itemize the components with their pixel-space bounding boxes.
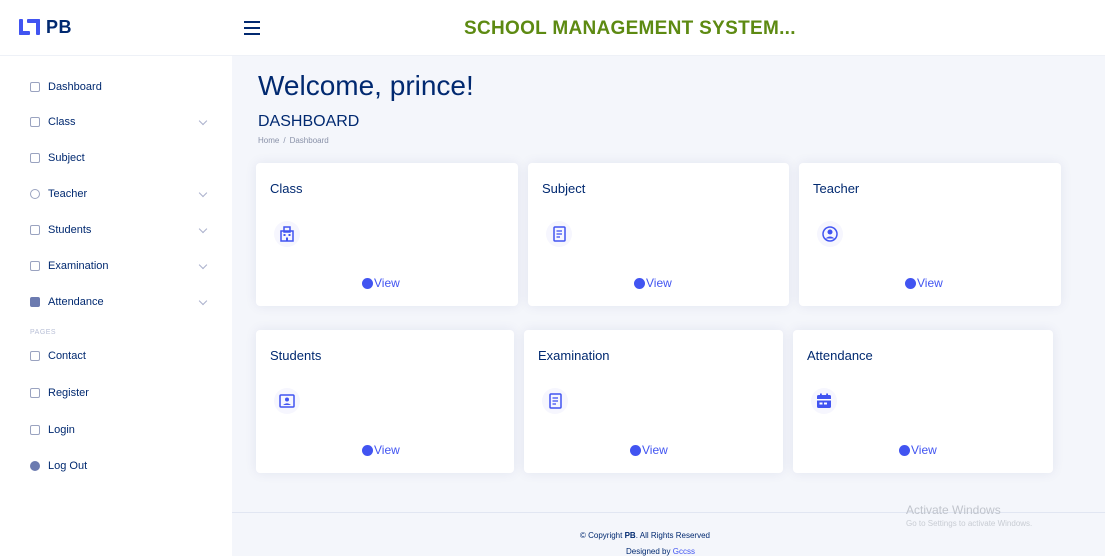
card-title: Class [270, 181, 303, 196]
card-title: Students [270, 348, 322, 363]
logout-icon [30, 461, 40, 471]
sidebar-item-label: Subject [48, 152, 85, 164]
sidebar-item-class[interactable]: Class [30, 112, 220, 132]
top-header: PB SCHOOL MANAGEMENT SYSTEM... [0, 0, 1105, 56]
calendar-icon [811, 388, 837, 414]
card-examination: Examination View [524, 330, 783, 473]
view-label: View [374, 443, 400, 457]
card-list-icon [30, 388, 40, 398]
sidebar-item-label: Login [48, 424, 75, 436]
sidebar-item-attendance[interactable]: Attendance [30, 292, 220, 312]
card-title: Attendance [807, 348, 873, 363]
person-circle-icon [817, 221, 843, 247]
sidebar-item-students[interactable]: Students [30, 220, 220, 240]
pages-heading: PAGES [30, 329, 57, 336]
view-teacher-link[interactable]: View [905, 276, 943, 290]
sidebar-item-label: Register [48, 387, 89, 399]
pb-logo-icon [18, 16, 42, 38]
footer-designed-by: Designed by Gccss [626, 547, 695, 556]
copyright-suffix: All Rights Reserved [639, 531, 710, 540]
sidebar-item-label: Contact [48, 350, 86, 362]
sidebar-item-register[interactable]: Register [30, 383, 220, 403]
card-class: Class View [256, 163, 518, 306]
sidebar-item-dashboard[interactable]: Dashboard [30, 77, 220, 97]
person-badge-icon [274, 388, 300, 414]
sidebar-item-teacher[interactable]: Teacher [30, 184, 220, 204]
designed-link[interactable]: Gccss [673, 547, 695, 556]
breadcrumb-current: Dashboard [289, 136, 329, 145]
card-subject: Subject View [528, 163, 789, 306]
view-examination-link[interactable]: View [630, 443, 668, 457]
sidebar-item-label: Class [48, 116, 76, 128]
chevron-down-icon [198, 296, 208, 306]
sidebar-item-login[interactable]: Login [30, 420, 220, 440]
sidebar-item-label: Teacher [48, 188, 88, 200]
chevron-down-icon [198, 188, 208, 198]
activate-windows-title: Activate Windows [906, 503, 1001, 517]
view-students-link[interactable]: View [362, 443, 400, 457]
brand-text: PB [46, 16, 73, 37]
chevron-down-icon [198, 224, 208, 234]
view-dot-icon [899, 444, 910, 456]
sidebar-item-label: Students [48, 224, 92, 236]
sidebar: Dashboard Class Subject Teacher Students… [0, 56, 232, 556]
sidebar-item-label: Log Out [48, 460, 88, 472]
card-title: Examination [538, 348, 610, 363]
card-title: Subject [542, 181, 586, 196]
sidebar-item-examination[interactable]: Examination [30, 256, 220, 276]
card-attendance: Attendance View [793, 330, 1053, 473]
view-label: View [917, 276, 943, 290]
view-dot-icon [905, 277, 916, 289]
journal-text-icon [30, 261, 40, 271]
sidebar-item-label: Dashboard [48, 81, 102, 93]
view-attendance-link[interactable]: View [899, 443, 937, 457]
view-label: View [911, 443, 937, 457]
building-icon [274, 221, 300, 247]
view-dot-icon [630, 444, 641, 456]
chevron-down-icon [198, 260, 208, 270]
card-teacher: Teacher View [799, 163, 1061, 306]
view-dot-icon [362, 277, 373, 289]
breadcrumb: Home / Dashboard [258, 136, 329, 145]
building-icon [30, 117, 40, 127]
copyright-brand: PB [624, 531, 636, 540]
card-students: Students View [256, 330, 514, 473]
journal-icon [30, 153, 40, 163]
chevron-down-icon [198, 116, 208, 126]
login-icon [30, 425, 40, 435]
sidebar-item-contact[interactable]: Contact [30, 346, 220, 366]
view-dot-icon [362, 444, 373, 456]
brand-logo[interactable]: PB [18, 16, 72, 38]
sidebar-item-logout[interactable]: Log Out [30, 456, 220, 476]
envelope-icon [30, 351, 40, 361]
journal-text-icon [542, 388, 568, 414]
calendar-icon [30, 297, 40, 307]
menu-toggle-icon[interactable] [244, 21, 260, 35]
sidebar-item-subject[interactable]: Subject [30, 148, 220, 168]
activate-windows-subtitle: Go to Settings to activate Windows. [906, 519, 1033, 528]
card-title: Teacher [813, 181, 860, 196]
view-label: View [642, 443, 668, 457]
page-title: DASHBOARD [258, 113, 360, 130]
person-icon [30, 189, 40, 199]
view-subject-link[interactable]: View [634, 276, 672, 290]
view-label: View [374, 276, 400, 290]
grid-icon [30, 82, 40, 92]
sidebar-item-label: Attendance [48, 296, 104, 308]
copyright-prefix: © Copyright [580, 531, 623, 540]
app-title: SCHOOL MANAGEMENT SYSTEM... [464, 18, 796, 39]
sidebar-item-label: Examination [48, 260, 109, 272]
welcome-heading: Welcome, prince! [258, 70, 474, 101]
view-dot-icon [634, 277, 645, 289]
footer-copyright: © Copyright PB. All Rights Reserved [580, 531, 710, 540]
people-icon [30, 225, 40, 235]
view-class-link[interactable]: View [362, 276, 400, 290]
view-label: View [646, 276, 672, 290]
designed-prefix: Designed by [626, 547, 671, 556]
breadcrumb-home[interactable]: Home [258, 136, 279, 145]
journal-icon [546, 221, 572, 247]
